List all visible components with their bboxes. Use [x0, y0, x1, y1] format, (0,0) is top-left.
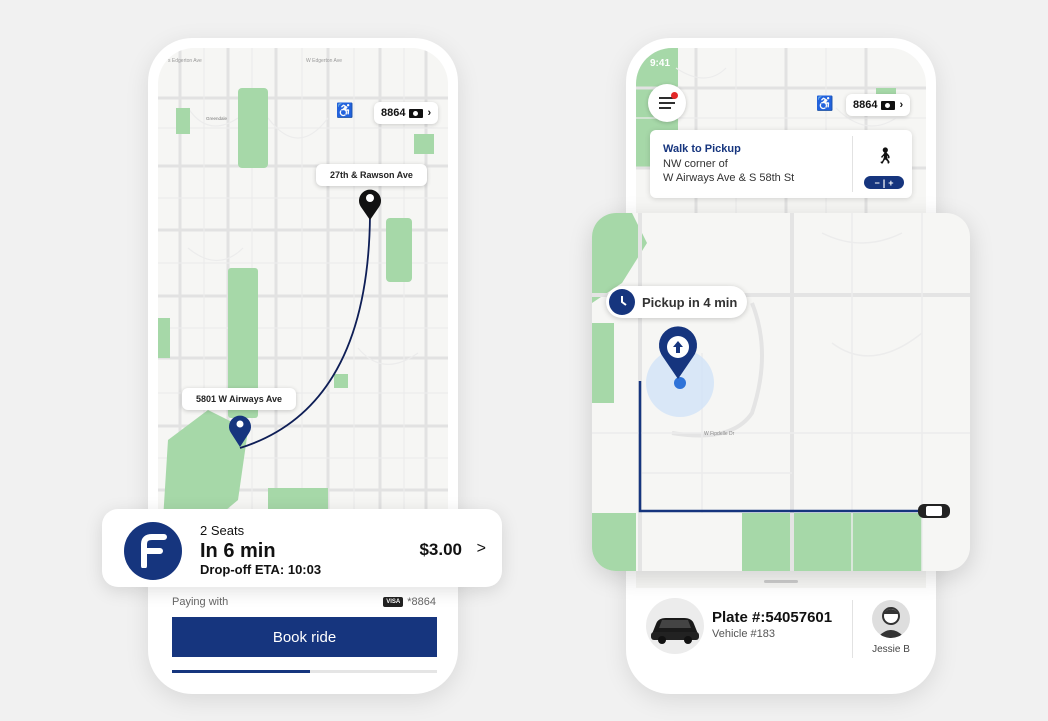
accessibility-icon[interactable]: ♿ — [336, 102, 353, 119]
clock-icon — [609, 289, 635, 315]
chevron-right-icon: › — [427, 107, 432, 119]
plate-number: Plate #:54057601 — [712, 609, 833, 626]
balance-chip[interactable]: 8864 › — [846, 94, 911, 116]
street-label: W Fipdelle Dr — [704, 431, 735, 437]
card-number: *8864 — [407, 596, 436, 608]
pickup-eta-text: Pickup in 4 min — [642, 294, 738, 310]
route-map[interactable]: s Edgerton Ave W Edgerton Ave Greendale … — [158, 48, 448, 548]
map-street-label: W Edgerton Ave — [306, 58, 342, 64]
paying-with-label: Paying with — [172, 596, 229, 608]
payment-method[interactable]: VISA *8864 — [383, 596, 436, 608]
balance-value: 8864 — [381, 107, 406, 119]
brand-f-icon — [141, 534, 167, 568]
zoom-map-canvas: W Fipdelle Dr — [592, 213, 970, 571]
map-place-label: Greendale — [206, 116, 228, 121]
brand-logo — [124, 522, 182, 580]
route-line — [239, 215, 371, 449]
walk-title: Walk to Pickup — [663, 143, 741, 155]
pickup-eta-pill: Pickup in 4 min — [606, 286, 748, 318]
divider — [852, 600, 853, 658]
origin-label: 5801 W Airways Ave — [182, 388, 297, 410]
seats-text: 2 Seats — [200, 523, 245, 538]
status-time: 9:41 — [650, 58, 671, 69]
zoom-plus[interactable]: + — [888, 178, 893, 188]
sheet-handle[interactable] — [764, 580, 798, 583]
destination-pin-icon — [359, 189, 381, 220]
chevron-right-icon: › — [899, 99, 904, 111]
zoom-minus[interactable]: − — [874, 178, 879, 188]
menu-button[interactable] — [648, 84, 686, 122]
destination-label: 27th & Rawson Ave — [316, 164, 427, 186]
ride-option-card[interactable]: 2 Seats In 6 min Drop-off ETA: 10:03 $3.… — [102, 509, 502, 587]
driver-name: Jessie B — [872, 644, 910, 655]
cash-icon — [881, 100, 896, 110]
ride-price: $3.00 — [419, 540, 462, 559]
vehicle-number: Vehicle #183 — [712, 628, 775, 640]
accessibility-icon[interactable]: ♿ — [816, 95, 833, 112]
map-street-label: s Edgerton Ave — [168, 58, 202, 64]
zoom-separator: | — [882, 177, 886, 188]
balance-chip[interactable]: 8864 › — [374, 102, 439, 124]
walking-icon: 🚶︎ — [875, 148, 896, 165]
car-marker-icon — [918, 504, 950, 518]
walk-to-pickup-card[interactable]: Walk to Pickup NW corner of W Airways Av… — [650, 130, 912, 198]
walk-zoom-control[interactable]: − | + — [864, 176, 904, 189]
chevron-right-icon[interactable]: > — [477, 540, 486, 558]
cash-icon — [409, 108, 424, 118]
notification-dot — [671, 92, 678, 99]
driver-info-bar: Plate #:54057601 Vehicle #183 Jessie B — [626, 598, 936, 678]
pickup-map-zoom[interactable]: W Fipdelle Dr Pickup in 4 min — [592, 213, 970, 571]
left-phone: s Edgerton Ave W Edgerton Ave Greendale … — [148, 38, 458, 694]
divider — [852, 136, 853, 192]
walk-line2: W Airways Ave & S 58th St — [663, 172, 795, 184]
car-icon — [646, 598, 704, 654]
dropoff-eta: Drop-off ETA: 10:03 — [200, 562, 322, 577]
progress-fill — [172, 670, 310, 673]
walk-line1: NW corner of — [663, 158, 728, 170]
book-ride-button[interactable]: Book ride — [172, 617, 437, 657]
eta-text: In 6 min — [200, 540, 276, 562]
visa-card-icon: VISA — [383, 597, 404, 607]
pickup-dot — [674, 377, 686, 389]
progress-bar — [172, 670, 437, 673]
avatar-icon[interactable] — [872, 600, 910, 638]
balance-value: 8864 — [853, 99, 878, 111]
